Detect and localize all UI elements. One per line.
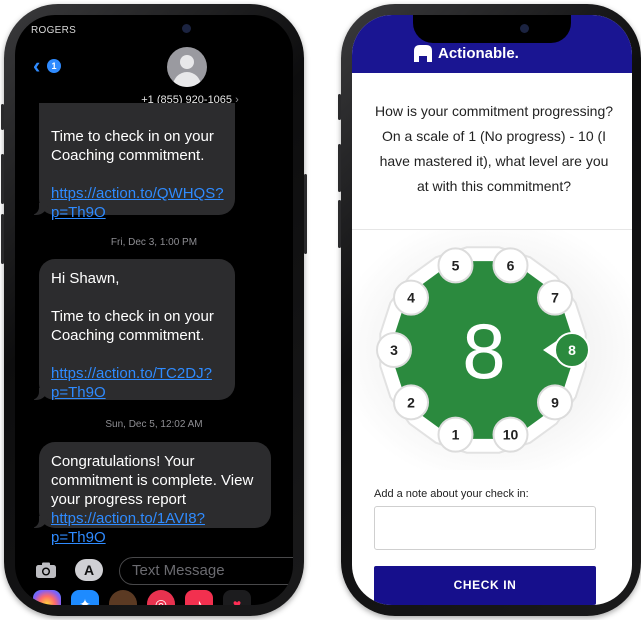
music-icon[interactable]: ♪ <box>185 590 213 605</box>
message-greeting: Hi Shawn, <box>51 270 120 287</box>
power-button <box>304 174 307 254</box>
front-camera <box>182 24 191 33</box>
selected-value: 8 <box>462 307 505 395</box>
contact-avatar[interactable] <box>167 47 207 87</box>
app-tray: ✦ ◎ ♪ ♥ <box>15 590 293 605</box>
message-bubble-3[interactable]: Congratulations! Your commitment is comp… <box>29 442 271 546</box>
left-phone-frame: ROGERS LT ‹ 1 +1 (855) 920-1065 › Time t… <box>1 4 307 616</box>
scale-option-label: 1 <box>452 427 460 443</box>
message-link[interactable]: https://action.to/QWHQS?p=Th9O <box>51 185 224 221</box>
message-link[interactable]: https://action.to/1AVI8?p=Th9O <box>51 510 205 546</box>
brand-name: Actionable. <box>438 45 519 62</box>
note-label: Add a note about your check in: <box>374 488 529 500</box>
scale-option-label: 4 <box>407 290 415 306</box>
scale-option-label: 3 <box>390 342 398 358</box>
volume-up-button <box>338 144 341 192</box>
checkin-question: How is your commitment progressing? On a… <box>374 103 614 194</box>
text-message-input[interactable]: Text Message <box>119 557 293 585</box>
app-store-icon[interactable]: ✦ <box>71 590 99 605</box>
heart-icon[interactable]: ♥ <box>223 590 251 605</box>
scale-option-label: 5 <box>452 257 460 273</box>
message-link[interactable]: https://action.to/TC2DJ?p=Th9O <box>51 365 212 401</box>
scale-option-label: 2 <box>407 394 415 410</box>
scale-option-label: 9 <box>551 394 559 410</box>
back-chevron-icon[interactable]: ‹ <box>33 55 40 77</box>
camera-icon[interactable] <box>35 561 57 579</box>
mute-switch <box>338 94 341 120</box>
rating-dial-svg[interactable]: 8 1 2 3 4 5 6 7 8 9 10 <box>352 230 632 470</box>
timestamp: Sun, Dec 5, 12:02 AM <box>105 419 203 430</box>
notch <box>75 15 233 43</box>
app-store-button[interactable]: A <box>75 559 103 581</box>
message-bubble-1[interactable]: Time to check in on your Coaching commit… <box>29 103 235 221</box>
message-text: Time to check in on your Coaching commit… <box>51 308 214 344</box>
mute-switch <box>1 104 4 130</box>
web-search-icon[interactable]: ◎ <box>147 590 175 605</box>
actionable-logo-icon <box>414 45 432 62</box>
right-phone-frame: Actionable. How is your commitment progr… <box>338 4 641 616</box>
memoji-icon[interactable] <box>109 590 137 605</box>
chevron-right-icon: › <box>235 94 239 106</box>
photos-icon[interactable] <box>33 590 61 605</box>
message-bubble-2[interactable]: Hi Shawn, Time to check in on your Coach… <box>29 259 235 401</box>
scale-option-label: 10 <box>503 427 519 443</box>
timestamp: Fri, Dec 3, 1:00 PM <box>110 237 198 248</box>
avatar-body <box>173 72 201 87</box>
message-text: Congratulations! Your commitment is comp… <box>51 453 254 508</box>
avatar-head <box>180 55 194 69</box>
unread-badge[interactable]: 1 <box>47 59 61 73</box>
scale-option-label: 7 <box>551 290 559 306</box>
check-in-button[interactable]: CHECK IN <box>374 566 596 605</box>
rating-dial: 8 1 2 3 4 5 6 7 8 9 10 <box>352 230 632 470</box>
actionable-screen: Actionable. How is your commitment progr… <box>352 15 632 605</box>
notch <box>413 15 571 43</box>
volume-down-button <box>338 200 341 248</box>
scale-option-label: 8 <box>568 342 576 358</box>
message-text: Time to check in on your Coaching commit… <box>51 128 214 164</box>
message-input-bar: A Text Message ✦ ◎ ♪ ♥ <box>15 553 293 605</box>
messages-screen: ROGERS LT ‹ 1 +1 (855) 920-1065 › Time t… <box>15 15 293 605</box>
volume-down-button <box>1 214 4 264</box>
scale-option-label: 6 <box>507 257 515 273</box>
note-input[interactable] <box>374 506 596 550</box>
front-camera <box>520 24 529 33</box>
volume-up-button <box>1 154 4 204</box>
